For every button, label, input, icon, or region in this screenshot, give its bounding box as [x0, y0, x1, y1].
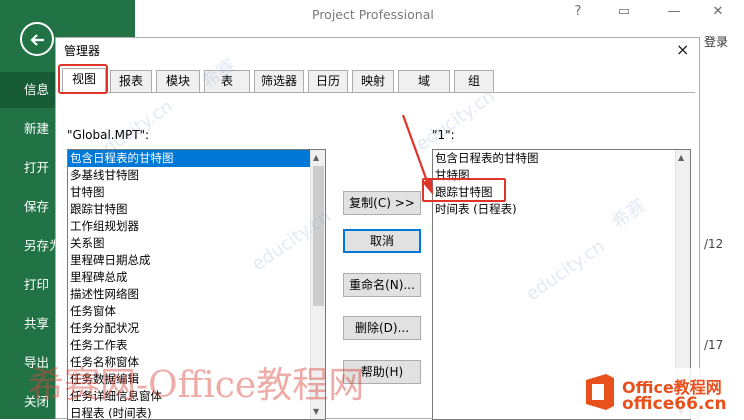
window-close-icon[interactable]: ✕: [708, 4, 728, 19]
side-date: /17: [704, 338, 724, 352]
ribbon-display-icon[interactable]: ▭: [614, 4, 634, 19]
office-logo: Office教程网 office66.cn: [578, 368, 744, 419]
help-icon[interactable]: ?: [568, 4, 588, 19]
office-logo-icon: [586, 374, 614, 410]
bottom-watermark: 希赛网-Office教程网: [28, 365, 365, 406]
logo-line2: office66.cn: [622, 394, 727, 414]
app-title: Project Professional: [312, 7, 434, 22]
side-date: /12: [704, 237, 724, 251]
minimize-icon[interactable]: —: [664, 4, 684, 19]
back-arrow-icon[interactable]: [20, 22, 54, 56]
login-link[interactable]: 登录: [704, 33, 728, 50]
title-bar: [135, 0, 744, 30]
